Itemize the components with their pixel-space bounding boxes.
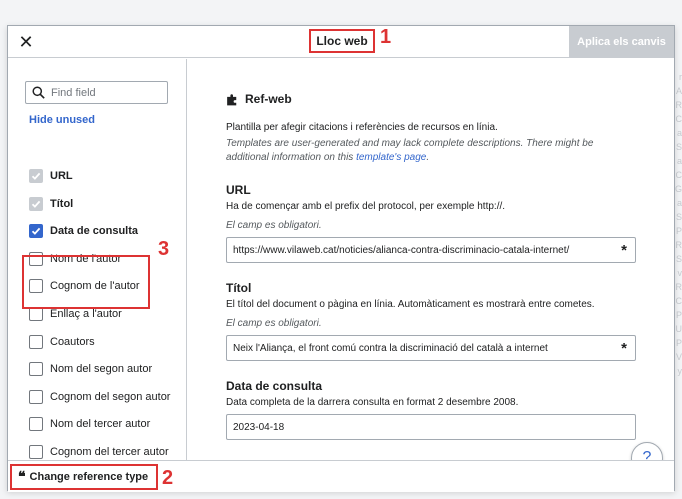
param-title-description: El títol del document o pàgina en línia.… <box>226 299 595 310</box>
field-label: Coautors <box>50 335 95 348</box>
param-title-name: Títol <box>226 281 252 295</box>
field-item[interactable]: URL <box>29 167 73 185</box>
field-item[interactable]: Coautors <box>29 333 95 351</box>
field-label: URL <box>50 170 73 182</box>
field-item[interactable]: Nom del tercer autor <box>29 415 150 433</box>
change-reference-type-button[interactable]: ❝ Change reference type <box>10 464 158 490</box>
template-description: Plantilla per afegir citacions i referèn… <box>226 122 498 133</box>
required-asterisk: * <box>621 242 627 259</box>
param-url-name: URL <box>226 183 251 197</box>
template-name: Ref-web <box>245 92 292 106</box>
field-label: Cognom del segon autor <box>50 390 171 403</box>
dialog-title: Lloc web <box>309 29 375 53</box>
field-item[interactable]: Nom del segon autor <box>29 360 152 378</box>
puzzle-icon <box>227 93 237 105</box>
url-value: https://www.vilaweb.cat/noticies/alianca… <box>233 244 570 256</box>
quote-icon: ❝ <box>18 469 26 485</box>
field-checkbox[interactable] <box>29 307 43 321</box>
field-item[interactable]: Cognom del segon autor <box>29 388 170 406</box>
dialog-footer: ❝ Change reference type <box>8 460 674 492</box>
title-input[interactable]: Neix l'Aliança, el front comú contra la … <box>226 335 636 361</box>
field-checkbox[interactable] <box>29 334 43 349</box>
url-input[interactable]: https://www.vilaweb.cat/noticies/alianca… <box>226 237 636 263</box>
field-checkbox[interactable] <box>29 224 43 239</box>
annotation-1: 1 <box>380 26 392 48</box>
annotation-3: 3 <box>158 238 170 260</box>
field-label: Data de consulta <box>50 225 139 238</box>
field-item[interactable]: Data de consulta <box>29 222 138 240</box>
template-heading: Ref-web <box>226 92 292 106</box>
field-item[interactable]: Cognom del tercer autor <box>29 443 169 460</box>
change-reference-type-label: Change reference type <box>29 471 149 483</box>
field-label: Nom del tercer autor <box>50 418 151 431</box>
field-checkbox <box>29 169 43 183</box>
field-checkbox[interactable] <box>29 389 43 404</box>
help-button[interactable]: ? <box>631 442 663 460</box>
param-url-description: Ha de començar amb el prefix del protoco… <box>226 201 506 212</box>
field-label: Nom del segon autor <box>50 363 153 376</box>
param-title-required: El camp es obligatori. <box>226 318 322 329</box>
dialog-header: ✕ Lloc web Aplica els canvis <box>8 26 674 58</box>
param-url-required: El camp es obligatori. <box>226 220 322 231</box>
field-checkbox <box>29 196 43 211</box>
access-date-input[interactable]: 2023-04-18 <box>226 414 636 440</box>
find-field-input[interactable] <box>51 86 161 99</box>
annotation-2: 2 <box>162 467 174 489</box>
required-asterisk: * <box>621 340 627 357</box>
field-checkbox[interactable] <box>29 362 43 377</box>
field-label: Títol <box>50 197 74 210</box>
close-icon[interactable]: ✕ <box>16 32 36 52</box>
field-checkbox[interactable] <box>29 445 43 459</box>
param-access-date-name: Data de consulta <box>226 379 323 393</box>
citation-dialog: ✕ Lloc web Aplica els canvis Hide unused… <box>7 25 675 492</box>
param-access-date-description: Data completa de la darrera consulta en … <box>226 397 519 408</box>
field-item[interactable]: Títol <box>29 195 73 213</box>
apply-changes-button[interactable]: Aplica els canvis <box>569 26 674 57</box>
search-icon <box>32 86 45 99</box>
access-date-value: 2023-04-18 <box>233 421 285 433</box>
template-page-link[interactable]: template's page <box>356 152 426 163</box>
field-label: Enllaç a l'autor <box>50 308 122 320</box>
annotation-box-3 <box>22 255 150 309</box>
user-generated-note: Templates are user-generated and may lac… <box>226 138 594 163</box>
title-value: Neix l'Aliança, el front comú contra la … <box>233 342 548 354</box>
hide-unused-link[interactable]: Hide unused <box>29 114 95 126</box>
find-field-search[interactable] <box>25 81 168 104</box>
field-checkbox[interactable] <box>29 417 43 432</box>
field-label: Cognom del tercer autor <box>50 446 169 458</box>
template-form: Ref-web Plantilla per afegir citacions i… <box>188 59 675 460</box>
